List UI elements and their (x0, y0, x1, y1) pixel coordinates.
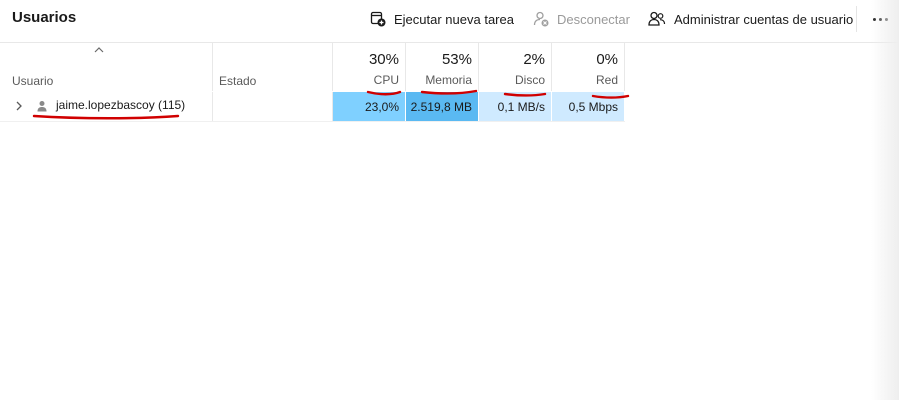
column-label-status: Estado (219, 74, 257, 88)
expand-chevron-icon[interactable] (14, 99, 24, 113)
page-title: Usuarios (12, 9, 77, 26)
memory-total-percent: 53% (441, 51, 472, 68)
manage-user-accounts-button[interactable]: Administrar cuentas de usuario (648, 6, 853, 32)
toolbar-divider (856, 6, 857, 32)
user-icon (37, 101, 47, 112)
disk-total-percent: 2% (523, 51, 545, 68)
run-new-task-label: Ejecutar nueva tarea (394, 11, 514, 27)
disconnect-label: Desconectar (557, 11, 630, 27)
network-total-percent: 0% (596, 51, 618, 68)
row-divider (0, 121, 625, 122)
manage-user-accounts-label: Administrar cuentas de usuario (674, 11, 854, 27)
run-task-icon (370, 11, 386, 27)
user-name-cell: jaime.lopezbascoy (115) (56, 98, 186, 112)
manage-accounts-icon (648, 11, 666, 26)
column-label-user: Usuario (12, 74, 54, 88)
memory-label: Memoria (425, 73, 472, 87)
column-header-status[interactable]: Estado (213, 43, 333, 91)
disk-label: Disco (514, 73, 545, 87)
window-edge-shadow (871, 0, 899, 400)
toolbar: Usuarios Ejecutar nueva tarea Desconecta… (0, 0, 899, 43)
column-header-user[interactable]: Usuario (0, 43, 213, 91)
cpu-label: CPU (373, 73, 399, 87)
column-divider (212, 92, 213, 121)
cpu-cell: 23,0% (333, 92, 406, 121)
disconnect-icon (533, 11, 549, 27)
network-label: Red (595, 73, 618, 87)
column-header-memory[interactable]: 53% Memoria (406, 43, 479, 91)
column-header-network[interactable]: 0% Red (552, 43, 625, 91)
cpu-total-percent: 30% (368, 51, 399, 68)
column-header-disk[interactable]: 2% Disco (479, 43, 552, 91)
disconnect-button[interactable]: Desconectar (533, 6, 630, 32)
run-new-task-button[interactable]: Ejecutar nueva tarea (370, 6, 514, 32)
disk-cell: 0,1 MB/s (479, 92, 552, 121)
column-header-cpu[interactable]: 30% CPU (333, 43, 406, 91)
memory-cell: 2.519,8 MB (406, 92, 479, 121)
network-cell: 0,5 Mbps (552, 92, 625, 121)
sort-up-icon (94, 47, 104, 53)
